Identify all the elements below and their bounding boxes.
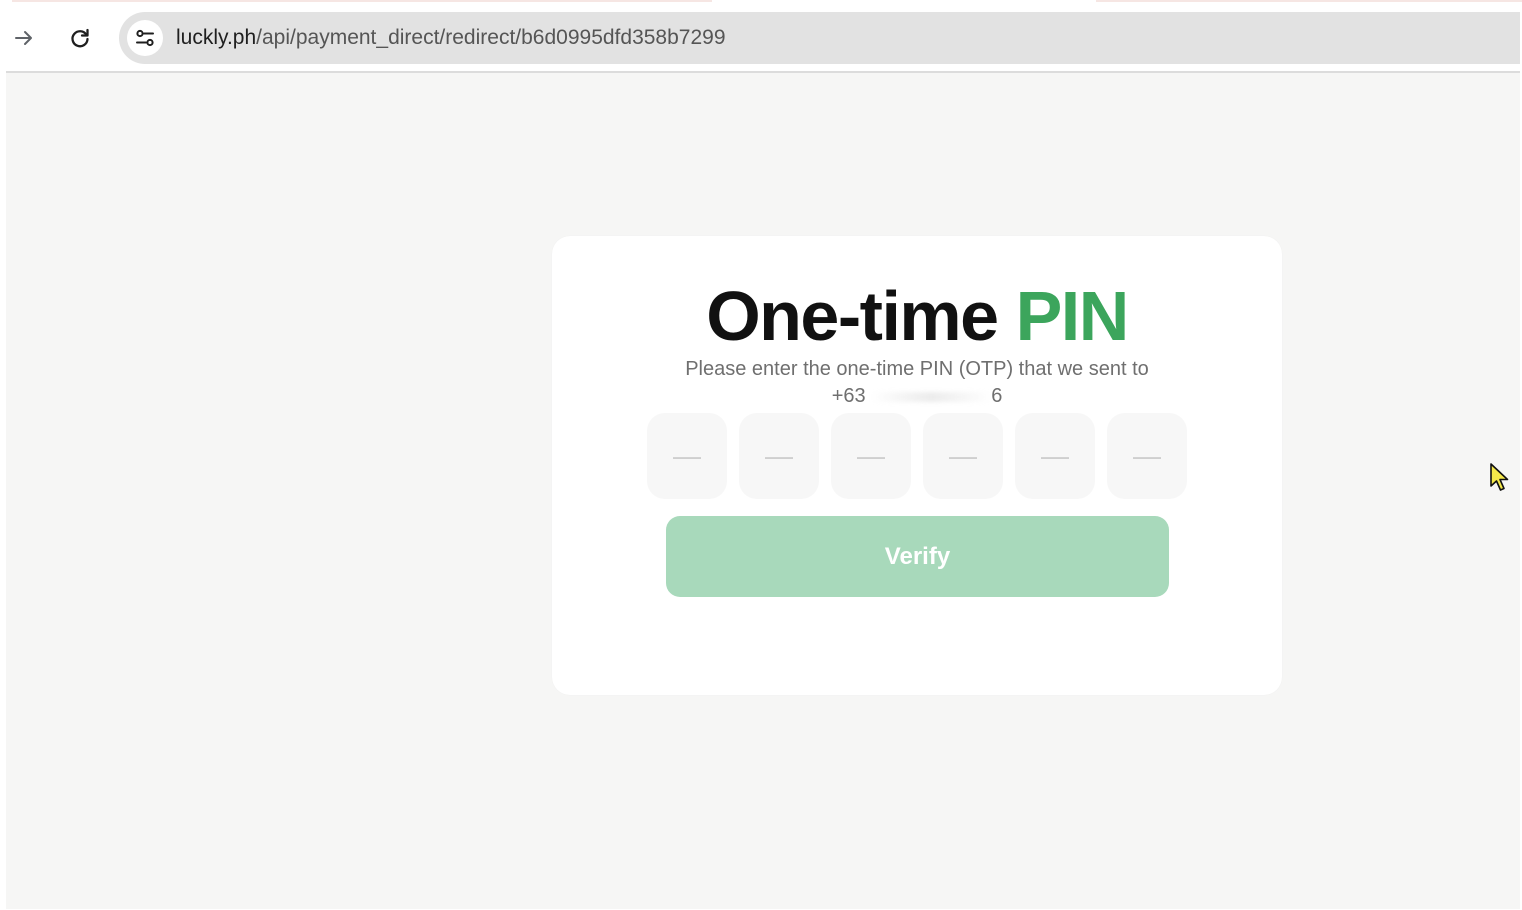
page-title: One-time PIN: [552, 276, 1282, 356]
reload-button[interactable]: [60, 18, 100, 58]
url-host: luckly.ph: [176, 26, 257, 49]
otp-digit-box: [1015, 413, 1095, 499]
instruction-text: Please enter the one-time PIN (OTP) that…: [685, 358, 1149, 380]
otp-instruction: Please enter the one-time PIN (OTP) that…: [552, 356, 1282, 410]
tune-icon: [136, 29, 154, 47]
otp-digit-4-input[interactable]: [923, 413, 1003, 499]
phone-number: +63 6: [552, 383, 1282, 410]
tab-edge-right: [1096, 0, 1522, 2]
mouse-cursor-icon: [1490, 463, 1509, 491]
otp-digit-box: [739, 413, 819, 499]
otp-digit-1-input[interactable]: [647, 413, 727, 499]
url-text[interactable]: luckly.ph/api/payment_direct/redirect/b6…: [176, 12, 726, 64]
otp-digit-2-input[interactable]: [739, 413, 819, 499]
tab-edge-left: [12, 0, 712, 2]
otp-input-row: [647, 413, 1187, 499]
otp-digit-3-input[interactable]: [831, 413, 911, 499]
browser-toolbar: luckly.ph/api/payment_direct/redirect/b6…: [0, 4, 1522, 72]
otp-card: One-time PIN Please enter the one-time P…: [552, 236, 1282, 695]
url-path: /api/payment_direct/redirect/b6d0995dfd3…: [256, 26, 726, 49]
otp-digit-box: [923, 413, 1003, 499]
otp-digit-6-input[interactable]: [1107, 413, 1187, 499]
otp-digit-box: [831, 413, 911, 499]
tab-strip-edge: [0, 0, 1522, 3]
page-viewport: One-time PIN Please enter the one-time P…: [6, 73, 1520, 909]
arrow-right-icon: [15, 31, 32, 45]
otp-digit-5-input[interactable]: [1015, 413, 1095, 499]
reload-icon: [71, 28, 89, 48]
site-info-button[interactable]: [127, 20, 163, 56]
forward-button[interactable]: [4, 18, 44, 58]
otp-digit-box: [1107, 413, 1187, 499]
phone-suffix: 6: [991, 385, 1003, 407]
phone-redacted: [871, 391, 992, 402]
phone-prefix: +63: [831, 385, 866, 407]
title-main: One-time: [706, 277, 999, 355]
address-bar[interactable]: luckly.ph/api/payment_direct/redirect/b6…: [119, 12, 1520, 64]
verify-button[interactable]: Verify: [666, 516, 1169, 597]
title-accent: PIN: [1015, 277, 1130, 355]
otp-digit-box: [647, 413, 727, 499]
